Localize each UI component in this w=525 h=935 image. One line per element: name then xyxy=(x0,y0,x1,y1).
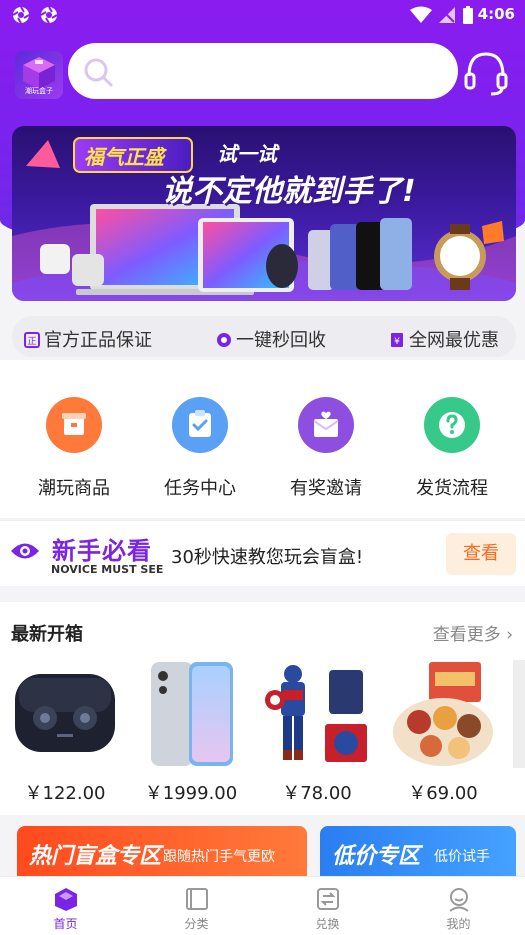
tab-profile[interactable]: 我的 xyxy=(393,877,524,935)
help-icon xyxy=(439,412,465,438)
banner-try-text: 试一试 xyxy=(217,142,277,166)
category-label: 任务中心 xyxy=(164,478,236,499)
eye-icon xyxy=(11,543,39,559)
product-card[interactable]: ￥69.00 xyxy=(387,657,499,809)
earbuds-image xyxy=(15,674,115,752)
figure-image xyxy=(265,665,367,762)
promo-subtitle: 跟随热门手气更欧 xyxy=(163,849,275,865)
product-card[interactable]: ￥122.00 xyxy=(9,657,121,809)
category-icon xyxy=(186,888,208,910)
search-input[interactable] xyxy=(124,53,444,89)
authentic-icon: 正 xyxy=(24,332,40,348)
guarantee-label: 官方正品保证 xyxy=(44,330,152,351)
next-product-card-peek xyxy=(513,660,525,768)
home-icon xyxy=(55,888,77,911)
tab-home[interactable]: 首页 xyxy=(0,877,131,935)
guarantee-item: ¥ 全网最优惠 xyxy=(389,326,499,352)
guarantee-label: 全网最优惠 xyxy=(409,330,499,351)
banner-tag: 福气正盛 xyxy=(84,145,164,169)
discount-icon: ¥ xyxy=(391,333,403,347)
guarantee-item: 正官方正品保证 xyxy=(24,326,152,352)
battery-icon xyxy=(463,6,473,24)
category-icon-circle xyxy=(298,397,354,453)
invite-icon xyxy=(313,411,339,437)
guarantee-label: 一键秒回收 xyxy=(236,330,326,351)
category-label: 有奖邀请 xyxy=(290,478,362,499)
signal-off-icon xyxy=(439,7,455,23)
novice-description: 30秒快速教您玩会盲盒! xyxy=(171,547,364,568)
banner-slogan: 说不定他就到手了! xyxy=(162,174,416,209)
phone-image xyxy=(151,662,233,766)
search-bar[interactable] xyxy=(68,43,458,99)
novice-guide-bar: 新手必看 NOVICE MUST SEE 30秒快速教您玩会盲盒! 查看 xyxy=(0,520,525,586)
section-title: 最新开箱 xyxy=(11,624,83,645)
novice-view-button[interactable]: 查看 xyxy=(446,533,516,575)
profile-icon xyxy=(449,888,469,912)
wifi-icon xyxy=(410,6,432,23)
recycle-icon xyxy=(217,333,231,347)
task-icon xyxy=(189,410,211,437)
status-time: 4:06 xyxy=(477,5,515,23)
category-icon-circle xyxy=(46,397,102,453)
promo-title: 热门盲盒专区 xyxy=(29,844,162,869)
app-logo[interactable]: 潮玩盒子 xyxy=(15,51,63,99)
hot-blindbox-zone[interactable]: 热门盲盒专区 跟随热门手气更欧 xyxy=(17,826,307,882)
category-label: 发货流程 xyxy=(416,478,488,499)
promo-title: 低价专区 xyxy=(332,844,421,869)
category-icon-circle xyxy=(172,397,228,453)
svg-text:正: 正 xyxy=(27,337,36,347)
newest-unboxing-section: 最新开箱 查看更多 › ￥122.00 ￥1999.00 ￥78.00 ￥69.… xyxy=(0,602,525,815)
search-icon xyxy=(84,58,113,87)
product-price: ￥78.00 xyxy=(282,783,352,804)
category-label: 潮玩商品 xyxy=(38,478,110,499)
product-card[interactable]: ￥1999.00 xyxy=(135,657,247,809)
product-price: ￥69.00 xyxy=(408,783,478,804)
guarantee-item: 一键秒回收 xyxy=(216,326,326,352)
box-icon xyxy=(62,413,86,435)
novice-title: 新手必看 xyxy=(52,537,152,565)
view-more-link[interactable]: 查看更多 › xyxy=(433,620,513,645)
tab-label: 首页 xyxy=(53,917,78,931)
product-price: ￥1999.00 xyxy=(144,783,238,804)
product-card[interactable]: ￥78.00 xyxy=(261,657,373,809)
app-notification-icon xyxy=(40,6,58,24)
svg-text:¥: ¥ xyxy=(394,337,400,347)
view-more-label: 查看更多 xyxy=(432,625,501,645)
promo-banner[interactable]: 福气正盛 试一试 说不定他就到手了! xyxy=(12,126,516,301)
category-item-task-center[interactable]: 任务中心 xyxy=(145,397,255,500)
guarantee-bar: 正官方正品保证 一键秒回收 ¥ 全网最优惠 xyxy=(12,316,516,357)
snacks-image xyxy=(393,662,493,766)
category-icon-circle xyxy=(424,397,480,453)
promo-subtitle: 低价试手 xyxy=(434,849,490,865)
exchange-icon xyxy=(317,888,339,910)
product-price: ￥122.00 xyxy=(24,783,106,804)
novice-subtitle: NOVICE MUST SEE xyxy=(51,563,164,576)
low-price-zone[interactable]: 低价专区 低价试手 xyxy=(320,826,516,882)
tab-label: 分类 xyxy=(184,917,209,931)
tab-label: 我的 xyxy=(446,917,471,931)
status-bar: 4:06 xyxy=(0,0,525,30)
tab-label: 兑换 xyxy=(315,917,340,931)
bottom-tab-bar: 首页 分类 兑换 我的 xyxy=(0,876,525,935)
tab-exchange[interactable]: 兑换 xyxy=(262,877,393,935)
logo-text: 潮玩盒子 xyxy=(25,87,53,95)
category-item-shipping-process[interactable]: 发货流程 xyxy=(397,397,507,500)
category-item-trendy-goods[interactable]: 潮玩商品 xyxy=(19,397,129,500)
chevron-right-icon: › xyxy=(506,625,513,645)
app-notification-icon xyxy=(12,6,30,24)
category-item-reward-invite[interactable]: 有奖邀请 xyxy=(271,397,381,500)
tab-category[interactable]: 分类 xyxy=(131,877,262,935)
headset-icon[interactable] xyxy=(463,48,509,98)
